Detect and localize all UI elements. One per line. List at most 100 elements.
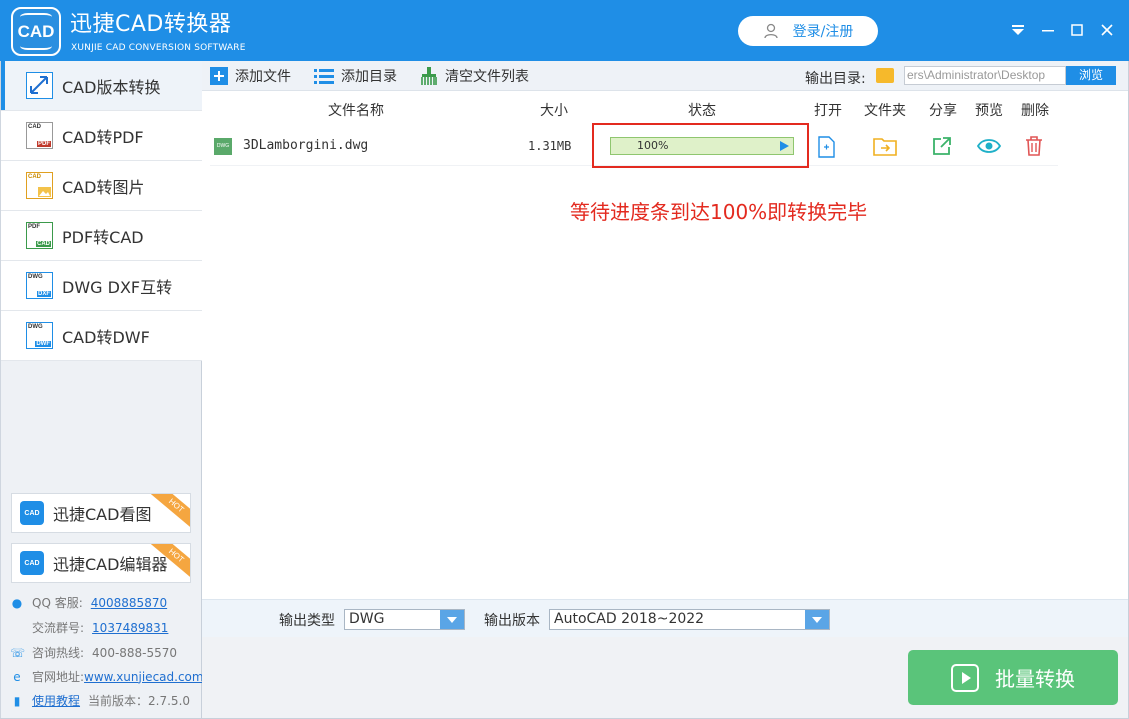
promo-label: 迅捷CAD编辑器 xyxy=(53,555,168,574)
batch-convert-button[interactable]: 批量转换 xyxy=(908,650,1118,705)
sidebar-item-pdf-to-cad[interactable]: PDF CAD PDF转CAD xyxy=(1,211,202,261)
website-row: e 官网地址: www.xunjiecad.com xyxy=(10,668,204,685)
qq-label: QQ 客服: xyxy=(32,596,83,610)
col-file-name: 文件名称 xyxy=(328,103,384,119)
output-type-value: DWG xyxy=(349,611,385,627)
sidebar: CAD版本转换 CAD PDF CAD转PDF CAD CAD转图片 PDF CAD… xyxy=(0,61,204,719)
open-file-icon xyxy=(818,136,835,158)
col-preview: 预览 xyxy=(975,103,1003,119)
sidebar-item-label: CAD转PDF xyxy=(62,127,144,147)
preview-button[interactable] xyxy=(976,136,1002,158)
clear-list-button[interactable]: 清空文件列表 xyxy=(420,66,529,86)
sidebar-item-label: DWG DXF互转 xyxy=(62,277,173,297)
output-type-select[interactable]: DWG xyxy=(344,609,465,630)
login-label: 登录/注册 xyxy=(792,24,854,40)
group-link[interactable]: 1037489831 xyxy=(92,621,168,635)
output-version-value: AutoCAD 2018~2022 xyxy=(554,611,705,627)
browse-button[interactable]: 浏览 xyxy=(1066,66,1116,85)
site-link[interactable]: www.xunjiecad.com xyxy=(84,670,204,684)
sidebar-item-cad-version[interactable]: CAD版本转换 xyxy=(1,61,202,111)
folder-arrow-icon xyxy=(873,138,897,156)
hotline-row: ☏ 咨询热线: 400-888-5570 xyxy=(10,644,177,661)
eye-icon xyxy=(976,139,1002,153)
col-share: 分享 xyxy=(929,103,957,119)
table-header: 文件名称 大小 状态 打开 文件夹 分享 预览 删除 xyxy=(210,94,1058,124)
version-label: 当前版本： xyxy=(88,694,149,708)
tutorial-row: ▮ 使用教程 当前版本： 2.7.5.0 xyxy=(10,692,190,709)
list-icon xyxy=(314,69,334,84)
file-name: 3DLamborgini.dwg xyxy=(243,138,369,153)
col-open: 打开 xyxy=(814,103,842,119)
add-file-label: 添加文件 xyxy=(235,69,291,85)
qq-link[interactable]: 4008885870 xyxy=(91,596,167,610)
file-size: 1.31MB xyxy=(528,139,572,153)
cad-editor-icon: CAD xyxy=(20,551,44,575)
col-size: 大小 xyxy=(540,103,568,119)
sidebar-item-label: CAD转图片 xyxy=(62,177,145,197)
sidebar-item-dwg-dxf[interactable]: DWG DXF DWG DXF互转 xyxy=(1,261,202,311)
app-subtitle: XUNJIE CAD CONVERSION SOFTWARE xyxy=(71,43,246,53)
batch-convert-label: 批量转换 xyxy=(995,667,1075,691)
annotation-text: 等待进度条到达100%即转换完毕 xyxy=(570,200,868,224)
output-version-select[interactable]: AutoCAD 2018~2022 xyxy=(549,609,830,630)
headset-icon: ☏ xyxy=(10,645,26,660)
dropdown-menu-button[interactable] xyxy=(1006,18,1030,42)
plus-icon xyxy=(210,67,228,85)
dwg-file-icon: DWG xyxy=(214,138,232,155)
add-file-button[interactable]: 添加文件 xyxy=(210,66,291,86)
chevron-down-icon xyxy=(805,610,829,629)
group-label: 交流群号: xyxy=(32,621,85,635)
sidebar-item-label: PDF转CAD xyxy=(62,227,144,247)
sidebar-item-label: CAD版本转换 xyxy=(62,77,161,97)
hotline-value: 400-888-5570 xyxy=(92,645,178,660)
promo-cad-editor[interactable]: CAD 迅捷CAD编辑器 HOT xyxy=(11,543,191,583)
share-button[interactable] xyxy=(932,136,954,158)
open-folder-button[interactable] xyxy=(873,136,897,158)
app-title: 迅捷CAD转换器 xyxy=(70,12,232,37)
chevron-down-icon xyxy=(1012,25,1024,35)
output-version-label: 输出版本 xyxy=(484,613,540,629)
dwg-dxf-icon: DWG DXF xyxy=(26,272,53,299)
cad-to-image-icon: CAD xyxy=(26,172,53,199)
sidebar-item-label: CAD转DWF xyxy=(62,327,150,347)
chevron-down-icon xyxy=(440,610,464,629)
user-icon xyxy=(763,23,778,39)
qq-service-row: ● QQ 客服: 4008885870 xyxy=(10,594,167,611)
progress-bar: 100% xyxy=(610,137,794,155)
app-logo: CAD xyxy=(11,7,61,56)
cad-to-pdf-icon: CAD PDF xyxy=(26,122,53,149)
title-bar: CAD 迅捷CAD转换器 XUNJIE CAD CONVERSION SOFTW… xyxy=(0,0,1129,61)
close-button[interactable] xyxy=(1095,18,1119,42)
sidebar-nav: CAD版本转换 CAD PDF CAD转PDF CAD CAD转图片 PDF CAD… xyxy=(1,61,202,361)
cad-to-dwf-icon: DWG DWF xyxy=(26,322,53,349)
folder-icon[interactable] xyxy=(876,68,894,83)
sidebar-item-cad-to-dwf[interactable]: DWG DWF CAD转DWF xyxy=(1,311,202,361)
output-dir-input[interactable]: ers\Administrator\Desktop xyxy=(904,66,1066,85)
close-icon xyxy=(1101,24,1113,36)
play-icon[interactable] xyxy=(780,141,789,151)
group-row: 交流群号: 1037489831 xyxy=(10,619,168,636)
maximize-button[interactable] xyxy=(1065,18,1089,42)
col-status: 状态 xyxy=(688,103,716,119)
delete-button[interactable] xyxy=(1025,136,1047,158)
promo-label: 迅捷CAD看图 xyxy=(53,505,152,524)
open-file-button[interactable] xyxy=(816,136,838,158)
add-directory-label: 添加目录 xyxy=(341,69,397,85)
login-button[interactable]: 登录/注册 xyxy=(738,16,878,46)
share-icon xyxy=(933,137,951,155)
logo-text: CAD xyxy=(17,22,55,41)
tutorial-link[interactable]: 使用教程 xyxy=(32,692,80,709)
clear-list-label: 清空文件列表 xyxy=(445,69,529,85)
minimize-button[interactable] xyxy=(1036,18,1060,42)
site-label: 官网地址: xyxy=(32,670,85,684)
sidebar-item-cad-to-image[interactable]: CAD CAD转图片 xyxy=(1,161,202,211)
col-delete: 删除 xyxy=(1021,103,1049,119)
trash-icon xyxy=(1026,136,1042,156)
sidebar-item-cad-to-pdf[interactable]: CAD PDF CAD转PDF xyxy=(1,111,202,161)
hot-badge: HOT xyxy=(150,494,190,530)
qq-icon: ● xyxy=(11,595,23,610)
cad-version-icon xyxy=(26,72,53,99)
add-directory-button[interactable]: 添加目录 xyxy=(314,66,397,86)
col-folder: 文件夹 xyxy=(864,103,906,119)
promo-cad-viewer[interactable]: CAD 迅捷CAD看图 HOT xyxy=(11,493,191,533)
